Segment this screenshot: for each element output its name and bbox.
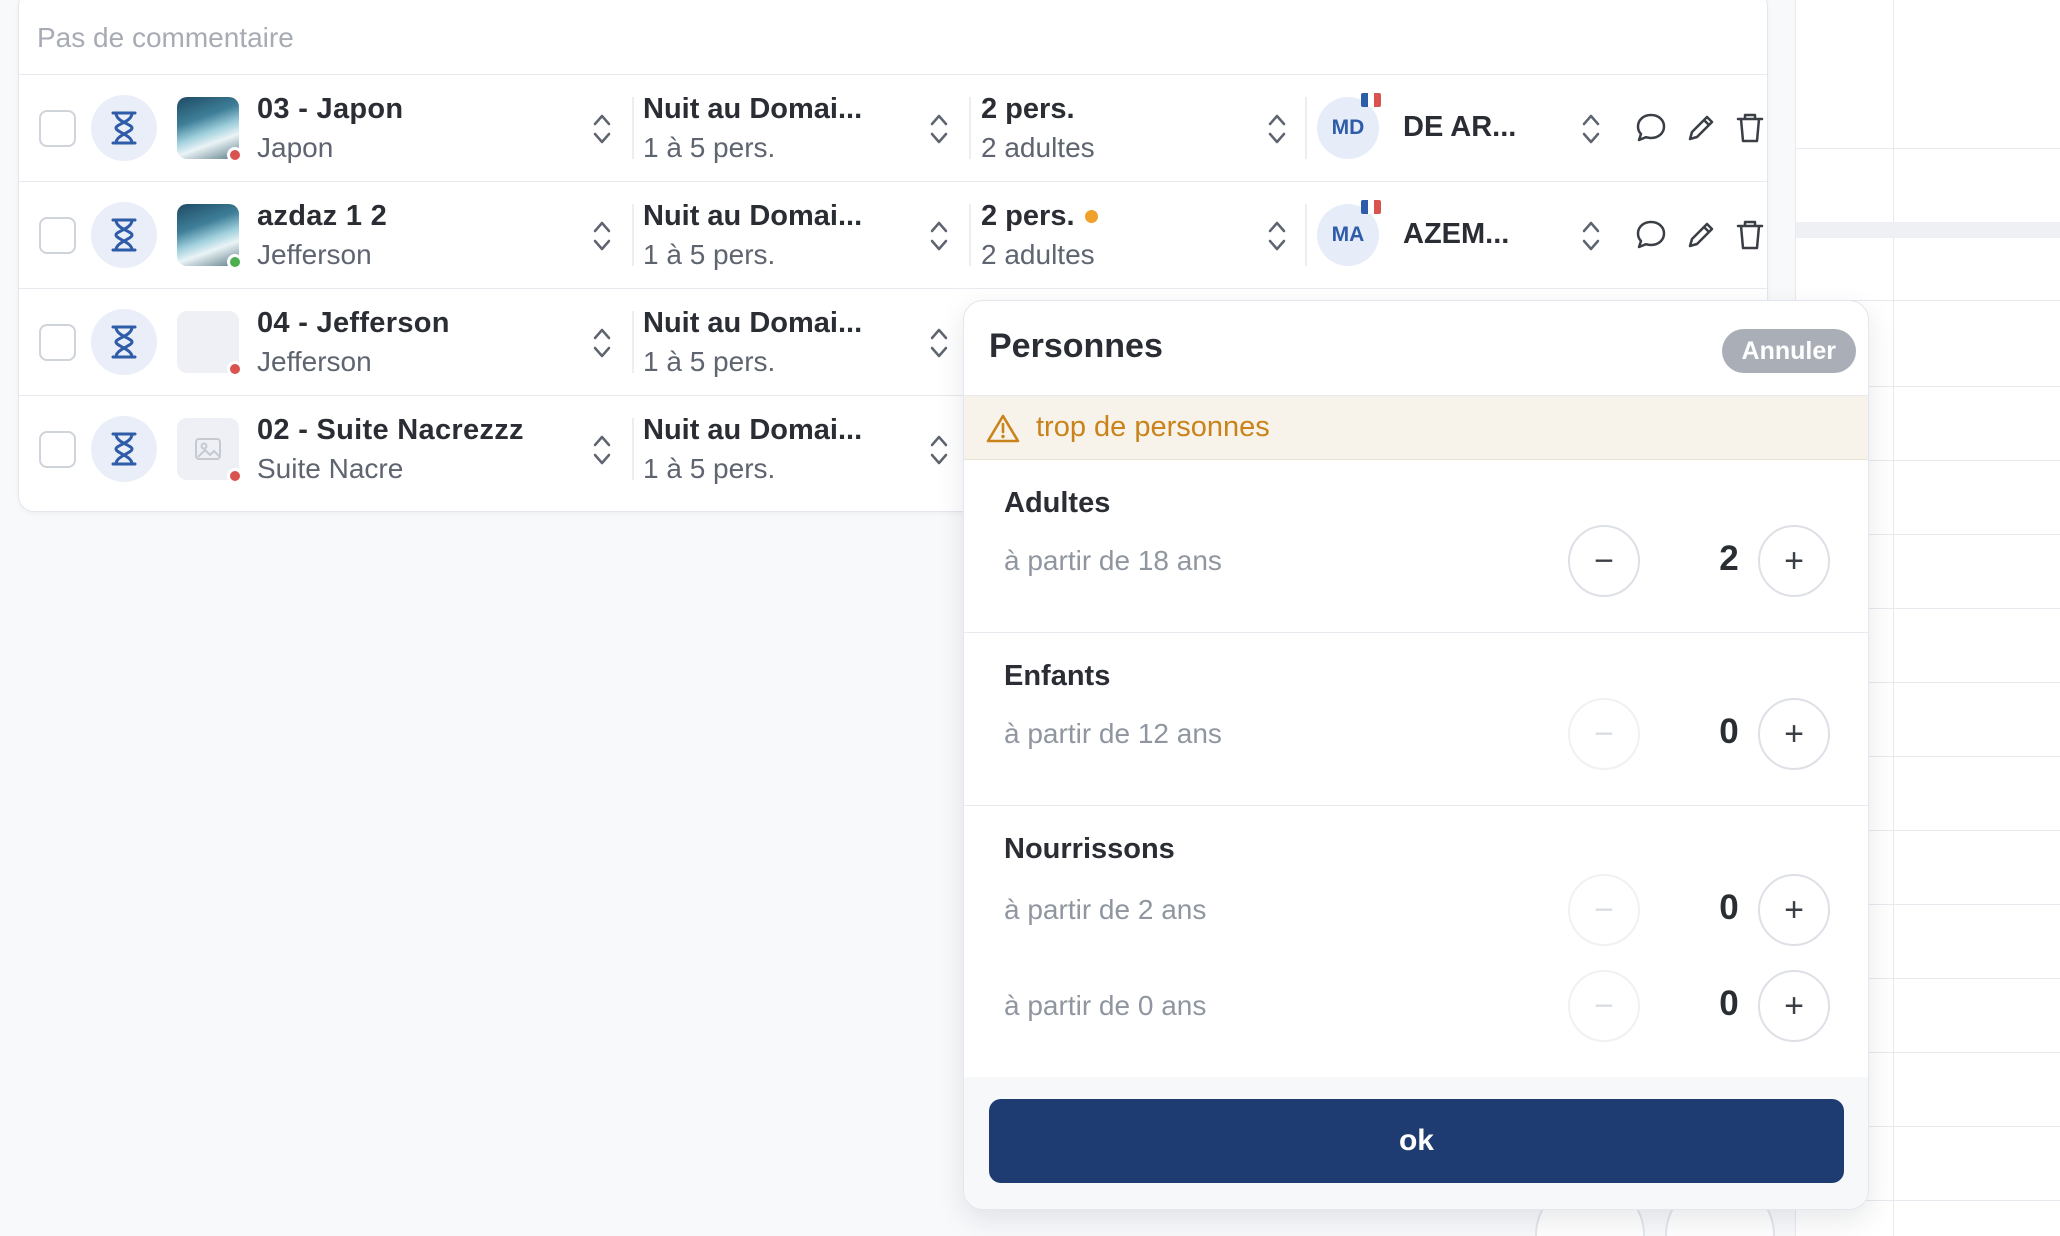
hourglass-icon — [111, 218, 137, 252]
chevron-up-down-icon[interactable] — [590, 430, 614, 470]
client-name: AZEM... — [1403, 218, 1510, 250]
decrement-button[interactable]: − — [1568, 970, 1640, 1042]
room-thumbnail — [177, 204, 243, 270]
age-range: à partir de 2 ans — [1004, 894, 1207, 925]
rate-name: Nuit au Domai... — [643, 93, 863, 125]
persons-count[interactable]: 2 pers. — [981, 200, 1098, 233]
image-placeholder-icon — [195, 438, 221, 460]
rate-capacity: 1 à 5 pers. — [643, 239, 776, 270]
section-label: Adultes — [1004, 487, 1111, 519]
rate-capacity: 1 à 5 pers. — [643, 453, 776, 484]
increment-button[interactable]: + — [1758, 970, 1830, 1042]
comment-row[interactable]: Pas de commentaire — [19, 1, 1767, 75]
room-status-dot — [227, 468, 243, 484]
increment-button[interactable]: + — [1758, 874, 1830, 946]
warning-text: trop de personnes — [1036, 411, 1270, 443]
client-name: DE AR... — [1403, 111, 1517, 143]
row-checkbox[interactable] — [39, 217, 76, 254]
france-flag-icon — [1361, 200, 1381, 214]
chevron-up-down-icon[interactable] — [927, 109, 951, 149]
row-checkbox[interactable] — [39, 324, 76, 361]
trash-icon[interactable] — [1733, 111, 1767, 145]
table-row[interactable]: azdaz 1 2 Jefferson Nuit au Domai... 1 à… — [19, 182, 1767, 289]
decrement-button[interactable]: − — [1568, 525, 1640, 597]
section-label: Nourrissons — [1004, 833, 1175, 865]
section-label: Enfants — [1004, 660, 1111, 692]
hourglass-icon — [111, 432, 137, 466]
persons-count[interactable]: 2 pers. — [981, 93, 1095, 126]
children-value: 0 — [1719, 712, 1739, 751]
rate-name: Nuit au Domai... — [643, 414, 863, 446]
room-status-dot — [227, 147, 243, 163]
rate-capacity: 1 à 5 pers. — [643, 132, 776, 163]
pencil-icon[interactable] — [1684, 111, 1718, 145]
status-button[interactable] — [91, 416, 157, 482]
chevron-up-down-icon[interactable] — [927, 216, 951, 256]
chevron-up-down-icon[interactable] — [1265, 109, 1289, 149]
comment-icon[interactable] — [1634, 111, 1668, 145]
rate-name: Nuit au Domai... — [643, 200, 863, 232]
warning-triangle-icon — [986, 414, 1020, 442]
table-row[interactable]: 03 - Japon Japon Nuit au Domai... 1 à 5 … — [19, 75, 1767, 182]
cancel-button[interactable]: Annuler — [1721, 329, 1856, 373]
age-range: à partir de 0 ans — [1004, 990, 1207, 1021]
room-type: Suite Nacre — [257, 453, 404, 484]
ok-button[interactable]: ok — [989, 1099, 1844, 1183]
popover-footer: ok — [964, 1077, 1868, 1209]
adults-section: Adultes à partir de 18 ans − 2 + — [964, 460, 1868, 633]
room-type: Japon — [257, 132, 334, 163]
babies-value: 0 — [1719, 984, 1739, 1023]
decrement-button[interactable]: − — [1568, 698, 1640, 770]
row-checkbox[interactable] — [39, 431, 76, 468]
status-button[interactable] — [91, 309, 157, 375]
room-status-dot — [227, 361, 243, 377]
room-thumbnail — [177, 418, 243, 484]
pencil-icon[interactable] — [1684, 218, 1718, 252]
warning-banner: trop de personnes — [964, 396, 1868, 460]
persons-detail: 2 adultes — [981, 239, 1095, 270]
status-button[interactable] — [91, 95, 157, 161]
room-name: 03 - Japon — [257, 93, 404, 125]
adults-value: 2 — [1719, 539, 1739, 578]
pending-dot — [1084, 210, 1098, 223]
age-range: à partir de 18 ans — [1004, 545, 1222, 576]
rate-capacity: 1 à 5 pers. — [643, 346, 776, 377]
status-button[interactable] — [91, 202, 157, 268]
popover-title: Personnes — [989, 327, 1163, 365]
increment-button[interactable]: + — [1758, 525, 1830, 597]
trash-icon[interactable] — [1733, 218, 1767, 252]
room-name: 04 - Jefferson — [257, 307, 450, 339]
hourglass-icon — [111, 325, 137, 359]
chevron-up-down-icon[interactable] — [1579, 109, 1603, 149]
children-section: Enfants à partir de 12 ans − 0 + — [964, 633, 1868, 806]
chevron-up-down-icon[interactable] — [1265, 216, 1289, 256]
room-name: azdaz 1 2 — [257, 200, 388, 232]
rate-name: Nuit au Domai... — [643, 307, 863, 339]
room-type: Jefferson — [257, 239, 372, 270]
infants-value: 0 — [1719, 888, 1739, 927]
comment-placeholder: Pas de commentaire — [37, 21, 294, 53]
comment-icon[interactable] — [1634, 218, 1668, 252]
increment-button[interactable]: + — [1758, 698, 1830, 770]
persons-detail: 2 adultes — [981, 132, 1095, 163]
infants-section: Nourrissons à partir de 2 ans − 0 + à pa… — [964, 806, 1868, 1077]
chevron-up-down-icon[interactable] — [1579, 216, 1603, 256]
room-type: Jefferson — [257, 346, 372, 377]
room-thumbnail — [177, 97, 243, 163]
chevron-up-down-icon[interactable] — [927, 430, 951, 470]
chevron-up-down-icon[interactable] — [590, 323, 614, 363]
chevron-up-down-icon[interactable] — [590, 109, 614, 149]
room-status-dot — [227, 254, 243, 270]
decrement-button[interactable]: − — [1568, 874, 1640, 946]
row-checkbox[interactable] — [39, 110, 76, 147]
persons-popover: Personnes Annuler trop de personnes Adul… — [963, 300, 1869, 1210]
age-range: à partir de 12 ans — [1004, 718, 1222, 749]
chevron-up-down-icon[interactable] — [927, 323, 951, 363]
chevron-up-down-icon[interactable] — [590, 216, 614, 256]
hourglass-icon — [111, 111, 137, 145]
room-thumbnail — [177, 311, 243, 377]
france-flag-icon — [1361, 93, 1381, 107]
room-name: 02 - Suite Nacrezzz — [257, 414, 524, 446]
